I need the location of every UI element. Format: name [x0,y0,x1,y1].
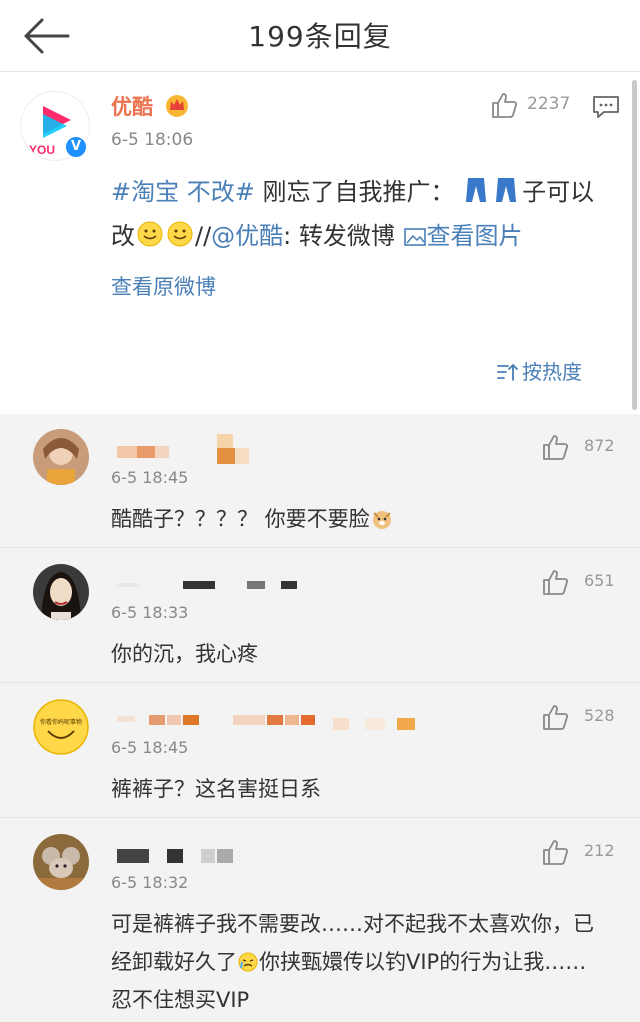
comment-item[interactable]: 6-5 18:45 872 酷酷子？？？？ 你要不要脸 [0,414,640,548]
comment-text: 你的沉，我心疼 [111,642,258,666]
thumbs-up-icon[interactable] [541,703,569,731]
mention-link[interactable]: @优酷 [211,222,283,250]
avatar[interactable] [33,429,89,485]
comment-time: 6-5 18:45 [111,468,189,487]
post-like-count: 2237 [527,94,571,114]
comment-item[interactable]: 6-5 18:33 651 你的沉，我心疼 [0,549,640,683]
post-text: #淘宝 不改# 刚忘了自我推广： 子可以 改 //@优酷: 转发微博 查看图片 [111,170,611,258]
comment-time: 6-5 18:33 [111,603,189,622]
crying-emoji-icon [238,952,258,972]
comment-text: 可是裤裤子我不需要改……对不起我不太喜欢你，已 经卸载好久了 你挟甄嬛传以钓VIP… [111,905,611,1019]
comment-icon[interactable] [592,95,620,119]
comment-like-count: 872 [584,436,615,455]
comment-item[interactable]: 你看你妈呢事物 6-5 18:45 528 裤裤子？这名害挺日系 [0,684,640,818]
username-redacted[interactable] [111,434,441,464]
hashtag-link[interactable]: #淘宝 不改# [111,178,255,206]
comment-text-line1: 可是裤裤子我不需要改……对不起我不太喜欢你，已 [111,912,594,936]
avatar[interactable]: 你看你妈呢事物 [33,699,89,755]
avatar[interactable] [33,564,89,620]
comment-text-line2a: 经卸载好久了 [111,950,237,974]
sort-by-hot-button[interactable]: 按热度 [496,356,582,385]
view-image-link[interactable]: 查看图片 [403,222,523,250]
comments-list: 6-5 18:45 872 酷酷子？？？？ 你要不要脸 6-5 18:33 65… [0,414,640,1022]
smiley-face-icon: 你看你妈呢事物 [33,699,89,755]
username-redacted[interactable] [111,569,441,591]
thumbs-up-icon[interactable] [490,91,518,119]
scrollbar[interactable] [632,80,637,410]
avatar-logo-text: YOU [29,143,55,157]
post-separator: // [195,222,212,250]
comment-text-body: 酷酷子？？？？ 你要不要脸 [111,507,370,531]
post-text-part2: 子可以 [522,178,595,206]
thumbs-up-icon[interactable] [541,433,569,461]
cartoon-mouse-icon [33,834,89,890]
thumbs-up-icon[interactable] [541,838,569,866]
jeans-icon [466,178,517,202]
comment-time: 6-5 18:32 [111,873,189,892]
post-text-part3: 改 [111,222,135,250]
comment-text: 裤裤子？这名害挺日系 [111,777,321,801]
sort-label: 按热度 [522,360,582,384]
avatar[interactable] [33,834,89,890]
smile-emoji-icon [167,221,193,247]
comment-text: 酷酷子？？？？ 你要不要脸 [111,500,611,538]
doge-emoji-icon [372,511,391,529]
thumbs-up-icon[interactable] [541,568,569,596]
view-original-link[interactable]: 查看原微博 [111,271,216,301]
image-icon [403,228,426,246]
smile-emoji-icon [137,221,163,247]
username-redacted[interactable] [111,839,441,863]
original-post: YOU V 优酷 6-5 18:06 2237 #淘宝 不改# 刚忘了自我推广：… [0,73,640,414]
user-photo-icon [33,429,89,485]
comment-like-count: 528 [584,706,615,725]
verified-badge: V [64,135,88,159]
post-text-part4: : 转发微博 [283,222,403,250]
user-photo-icon [33,564,89,620]
sort-icon [497,363,518,381]
comment-like-count: 651 [584,571,615,590]
avatar-caption: 你看你妈呢事物 [40,718,82,726]
top-bar: 199条回复 [0,0,640,72]
post-author-name[interactable]: 优酷 [111,91,153,121]
post-text-part1: 刚忘了自我推广： [254,178,455,206]
crown-icon [166,95,188,117]
comment-like-count: 212 [584,841,615,860]
comment-text-line3: 忍不住想买VIP [111,988,250,1012]
view-image-label: 查看图片 [426,222,523,250]
comment-time: 6-5 18:45 [111,738,189,757]
comment-text-line2b: 你挟甄嬛传以钓VIP的行为让我…… [259,950,587,974]
post-time: 6-5 18:06 [111,130,194,150]
comment-item[interactable]: 6-5 18:32 212 可是裤裤子我不需要改……对不起我不太喜欢你，已 经卸… [0,819,640,1022]
page-title: 199条回复 [248,20,392,53]
username-redacted[interactable] [111,704,441,730]
